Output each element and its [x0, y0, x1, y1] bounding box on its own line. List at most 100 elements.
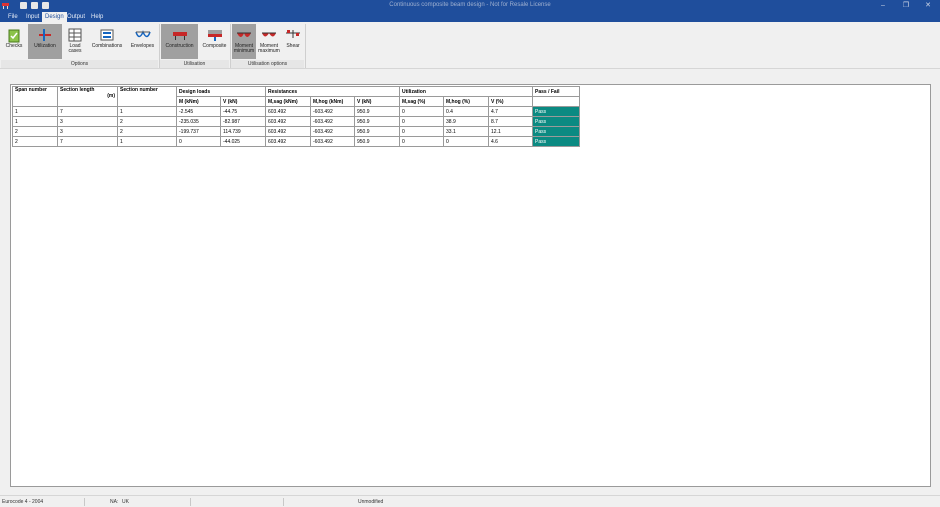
- cell-mhog-res: -603.492: [310, 126, 355, 137]
- cell-section-length: 7: [57, 106, 118, 117]
- table-row[interactable]: 2 3 2 -199.737 114.739 603.492 -603.492 …: [12, 126, 580, 137]
- subheader-cell: V (%): [488, 96, 533, 107]
- cell-v-res: 950.9: [354, 106, 400, 117]
- minimize-button[interactable]: –: [873, 1, 893, 11]
- envelopes-button[interactable]: Envelopes: [128, 24, 157, 59]
- status-state: Unmodified: [358, 499, 384, 505]
- cell-mhog-util: 38.9: [443, 116, 489, 127]
- cell-mhog-res: -603.492: [310, 136, 355, 147]
- col-pass-fail: Pass / Fail: [532, 86, 580, 97]
- status-badge: Pass: [532, 136, 580, 147]
- status-badge: Pass: [532, 116, 580, 127]
- cell-v: 114.739: [220, 126, 266, 137]
- shear-button[interactable]: Shear: [283, 24, 303, 59]
- cell-section-number: 1: [117, 136, 177, 147]
- cell-m: -235.035: [176, 116, 221, 127]
- cell-m: -2.545: [176, 106, 221, 117]
- cell-span-number: 1: [12, 116, 58, 127]
- menu-design[interactable]: Design: [42, 12, 67, 22]
- table-header-row: Span number Section length (m) Section n…: [12, 86, 580, 107]
- status-badge: Pass: [532, 106, 580, 117]
- moment-minimum-icon: [237, 32, 251, 37]
- menu-bar: File Input Design Output Help: [0, 12, 940, 22]
- cell-msag-res: 603.492: [265, 106, 311, 117]
- moment-maximum-icon: [262, 32, 276, 37]
- group-label-options: Options: [1, 60, 158, 68]
- load-cases-button[interactable]: Load cases: [65, 24, 85, 59]
- cell-section-length: 3: [57, 126, 118, 137]
- subheader-cell: M,hog (kNm): [310, 96, 355, 107]
- table-icon: [68, 28, 82, 42]
- status-separator: [190, 498, 191, 506]
- menu-input[interactable]: Input: [23, 12, 42, 22]
- table-row[interactable]: 1 3 2 -235.035 -82.987 603.492 -603.492 …: [12, 116, 580, 127]
- menu-help[interactable]: Help: [88, 12, 106, 22]
- status-na-label: NA:: [110, 499, 119, 505]
- utilization-icon: [39, 29, 51, 41]
- cell-v: -82.987: [220, 116, 266, 127]
- cell-v: -44.025: [220, 136, 266, 147]
- restore-button[interactable]: ❐: [896, 1, 916, 11]
- construction-button[interactable]: Construction: [161, 24, 198, 59]
- cell-span-number: 1: [12, 106, 58, 117]
- close-button[interactable]: ✕: [918, 1, 938, 11]
- col-design-loads: Design loads: [176, 86, 266, 97]
- utilization-button[interactable]: Utilization: [28, 24, 62, 59]
- cell-mhog-util: 33.1: [443, 126, 489, 137]
- cell-section-number: 1: [117, 106, 177, 117]
- cell-v-res: 950.9: [354, 116, 400, 127]
- cell-section-number: 2: [117, 126, 177, 137]
- cell-section-number: 2: [117, 116, 177, 127]
- construction-icon: [172, 32, 187, 40]
- group-label-utilisation: Utilisation: [160, 60, 229, 68]
- ribbon: Checks Utilization Load cases Combinatio…: [0, 22, 940, 69]
- cell-mhog-res: -603.492: [310, 106, 355, 117]
- cell-msag-res: 603.492: [265, 116, 311, 127]
- moment-maximum-button[interactable]: Moment maximum: [257, 24, 281, 59]
- cell-m: -199.737: [176, 126, 221, 137]
- cell-msag-util: 0: [399, 116, 444, 127]
- cell-mhog-util: 0.4: [443, 106, 489, 117]
- cell-m: 0: [176, 136, 221, 147]
- subheader-cell: M,sag (kNm): [265, 96, 311, 107]
- menu-file[interactable]: File: [5, 12, 21, 22]
- subheader-cell: [532, 96, 580, 107]
- cell-v-util: 12.1: [488, 126, 533, 137]
- status-code: Eurocode 4 - 2004: [2, 499, 44, 505]
- combinations-button[interactable]: Combinations: [90, 24, 124, 59]
- subheader-cell: V (kN): [354, 96, 400, 107]
- col-section-length: Section length (m): [57, 86, 118, 107]
- composite-button[interactable]: Composite: [200, 24, 229, 59]
- status-na-value: UK: [122, 499, 129, 505]
- col-section-number: Section number: [117, 86, 177, 107]
- cell-v-util: 4.6: [488, 136, 533, 147]
- ribbon-separator: [305, 24, 306, 68]
- envelopes-icon: [134, 30, 151, 38]
- table-row[interactable]: 2 7 1 0 -44.025 603.492 -603.492 950.9 0…: [12, 136, 580, 147]
- shear-icon: [286, 30, 300, 38]
- cell-msag-util: 0: [399, 126, 444, 137]
- col-utilization: Utilization: [399, 86, 533, 97]
- status-bar: Eurocode 4 - 2004 NA: UK Unmodified: [0, 495, 940, 507]
- checks-button[interactable]: Checks: [3, 24, 25, 59]
- cell-v-res: 950.9: [354, 126, 400, 137]
- moment-minimum-button[interactable]: Moment minimum: [232, 24, 256, 59]
- cell-v-res: 950.9: [354, 136, 400, 147]
- results-table: Span number Section length (m) Section n…: [12, 86, 580, 147]
- composite-icon: [207, 30, 222, 41]
- cell-msag-res: 603.492: [265, 136, 311, 147]
- cell-msag-util: 0: [399, 106, 444, 117]
- col-span-number: Span number: [12, 86, 58, 107]
- subheader-cell: M,sag (%): [399, 96, 444, 107]
- status-separator: [283, 498, 284, 506]
- table-row[interactable]: 1 7 1 -2.545 -44.75 603.492 -603.492 950…: [12, 106, 580, 117]
- cell-msag-util: 0: [399, 136, 444, 147]
- subheader-cell: V (kN): [220, 96, 266, 107]
- cell-section-length: 7: [57, 136, 118, 147]
- cell-v-util: 8.7: [488, 116, 533, 127]
- checks-icon: [8, 29, 20, 43]
- group-label-utilisation-options: Utilisation options: [231, 60, 304, 68]
- menu-output[interactable]: Output: [64, 12, 88, 22]
- cell-v: -44.75: [220, 106, 266, 117]
- cell-msag-res: 603.492: [265, 126, 311, 137]
